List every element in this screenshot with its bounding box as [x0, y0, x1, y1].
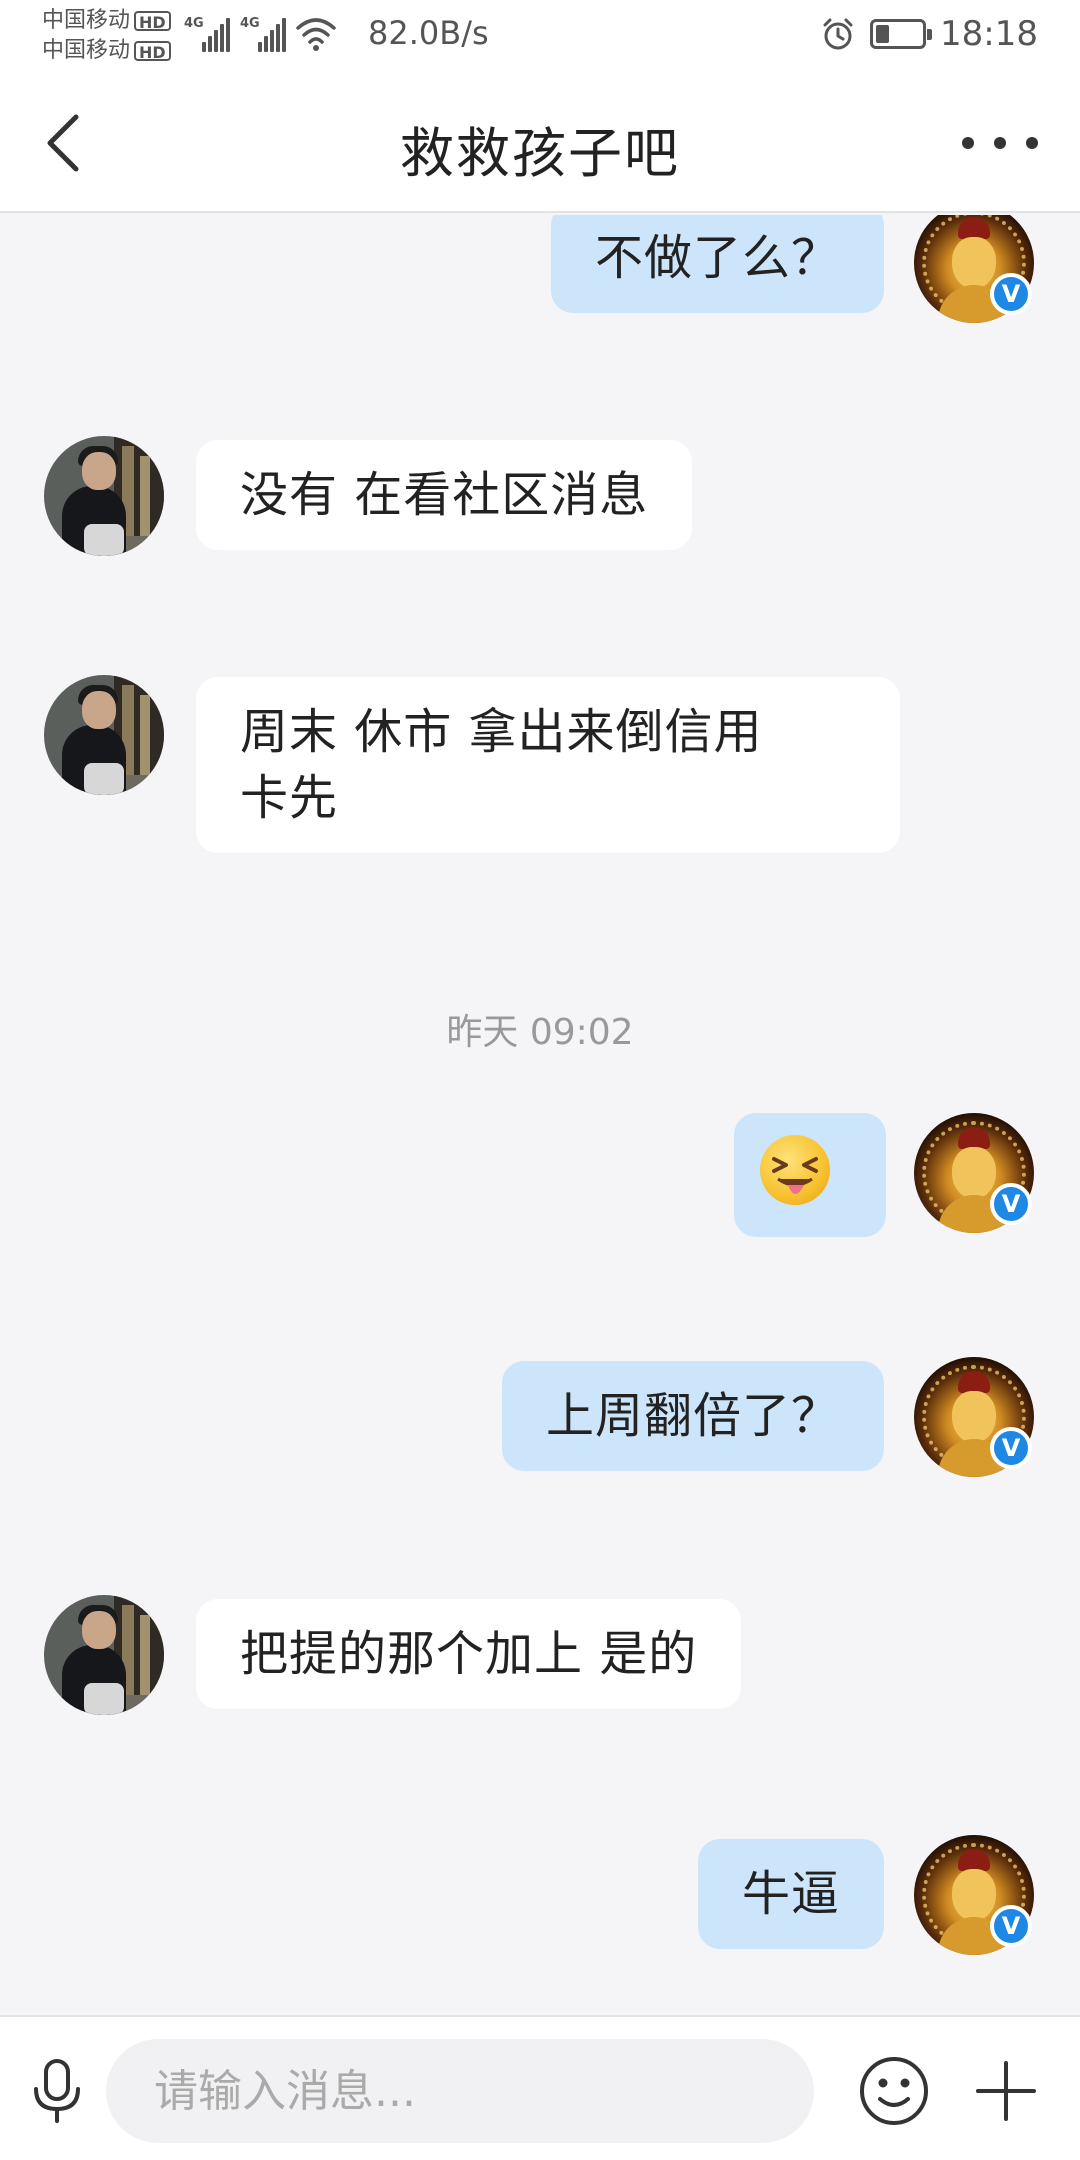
more-button[interactable]: [958, 123, 1042, 163]
timestamp: 昨天 09:02: [446, 1012, 634, 1053]
battery-level: [876, 25, 890, 43]
input-bar: [0, 2015, 1080, 2160]
signal-indicators: 4G 4G: [184, 14, 336, 52]
verified-badge: V: [990, 273, 1032, 315]
message-bubble-received[interactable]: 没有 在看社区消息: [196, 440, 693, 550]
battery-icon: [870, 19, 933, 49]
status-right: 18:18: [820, 14, 1038, 54]
avatar-contact[interactable]: [44, 436, 164, 556]
wifi-icon: [296, 18, 336, 51]
message-bubble-received[interactable]: 周末 休市 拿出来倒信用 卡先: [196, 677, 900, 853]
squinting-tongue-emoji-icon: [760, 1135, 830, 1205]
message-bubble-sent[interactable]: 不做了么？: [550, 215, 884, 313]
message-bubble-sent[interactable]: 上周翻倍了？: [501, 1361, 884, 1471]
message-bubble-sent[interactable]: 牛逼: [697, 1839, 884, 1949]
network-type: 4G: [184, 16, 204, 31]
verified-badge: V: [990, 1427, 1032, 1469]
alarm-icon: [823, 18, 853, 50]
network-type: 4G: [240, 16, 260, 31]
carrier-info: 中国移动 HD 中国移动 HD: [42, 6, 171, 66]
more-actions-button[interactable]: [970, 2055, 1042, 2127]
message-bubble-sent[interactable]: [734, 1113, 886, 1237]
chat-area[interactable]: 不做了么？ V 没有 在看社区消息 周末 休市 拿出来倒信用 卡先 昨天 09:…: [0, 215, 1080, 2015]
smiley-icon: [860, 2057, 928, 2125]
avatar-contact[interactable]: [44, 675, 164, 795]
hd-badge: HD: [134, 41, 171, 62]
signal-icon: 4G: [240, 14, 286, 52]
status-bar: 中国移动 HD 中国移动 HD 4G 4G 82.0B/s 18:18: [0, 0, 1080, 73]
verified-badge: V: [990, 1183, 1032, 1225]
clock: 18:18: [940, 14, 1038, 54]
plus-icon: [976, 2061, 1036, 2121]
nav-bar: 救救孩子吧: [0, 73, 1080, 213]
emoji-button[interactable]: [856, 2053, 932, 2129]
more-dots-icon: [962, 137, 1038, 149]
avatar-contact[interactable]: [44, 1595, 164, 1715]
carrier-name: 中国移动: [42, 38, 131, 63]
net-speed: 82.0B/s: [368, 14, 489, 52]
microphone-icon: [34, 2059, 80, 2123]
message-input[interactable]: [106, 2039, 814, 2143]
voice-input-button[interactable]: [22, 2055, 92, 2125]
carrier-name: 中国移动: [42, 8, 131, 33]
verified-badge: V: [990, 1905, 1032, 1947]
message-bubble-received[interactable]: 把提的那个加上 是的: [196, 1599, 742, 1709]
signal-icon: 4G: [184, 14, 230, 52]
hd-badge: HD: [134, 11, 171, 32]
page-title: 救救孩子吧: [400, 122, 680, 185]
